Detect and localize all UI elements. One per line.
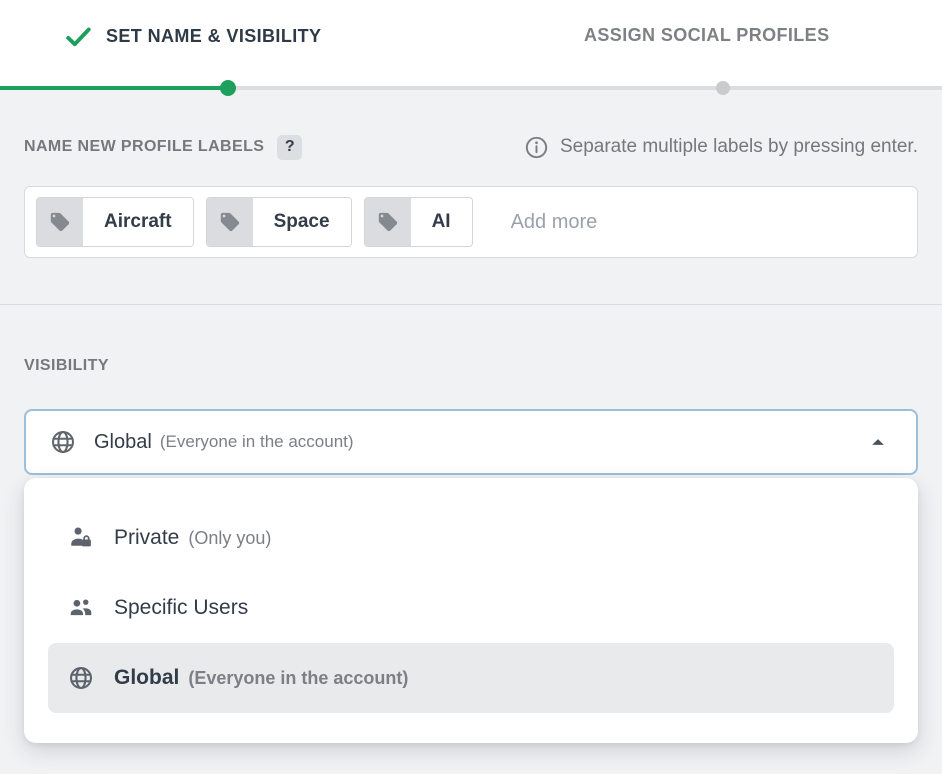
globe-icon bbox=[50, 429, 76, 455]
tag-icon bbox=[377, 211, 399, 233]
step-label: ASSIGN SOCIAL PROFILES bbox=[584, 25, 830, 45]
stepper-header: SET NAME & VISIBILITY ASSIGN SOCIAL PROF… bbox=[0, 0, 942, 90]
labels-header-row: NAME NEW PROFILE LABELS ? Separate multi… bbox=[0, 90, 942, 162]
step-assign-social-profiles[interactable]: ASSIGN SOCIAL PROFILES bbox=[584, 25, 830, 46]
visibility-section-title: VISIBILITY bbox=[24, 357, 918, 377]
option-private[interactable]: Private (Only you) bbox=[48, 503, 894, 573]
check-icon bbox=[64, 22, 93, 51]
tag-label: Aircraft bbox=[83, 198, 193, 246]
step-label: SET NAME & VISIBILITY bbox=[106, 26, 321, 47]
option-description: (Everyone in the account) bbox=[188, 668, 408, 689]
step-set-name-visibility[interactable]: SET NAME & VISIBILITY bbox=[64, 22, 321, 51]
info-icon bbox=[524, 135, 549, 160]
tag-space[interactable]: Space bbox=[206, 197, 352, 247]
visibility-select[interactable]: Global (Everyone in the account) bbox=[24, 409, 918, 475]
tag-icon bbox=[219, 211, 241, 233]
selected-option-name: Global bbox=[94, 431, 152, 454]
selected-option-description: (Everyone in the account) bbox=[160, 432, 354, 452]
progress-dot-active bbox=[220, 80, 236, 96]
tag-label: Space bbox=[253, 198, 351, 246]
labels-hint-text: Separate multiple labels by pressing ent… bbox=[560, 136, 918, 158]
people-icon bbox=[68, 595, 94, 621]
globe-icon bbox=[68, 665, 94, 691]
tag-icon bbox=[49, 211, 71, 233]
option-specific-users[interactable]: Specific Users bbox=[48, 573, 894, 643]
tag-label: AI bbox=[411, 198, 472, 246]
tag-aircraft[interactable]: Aircraft bbox=[36, 197, 194, 247]
visibility-dropdown-menu: Private (Only you) Specific Users Global… bbox=[24, 478, 918, 743]
section-divider bbox=[0, 304, 942, 305]
progress-fill bbox=[0, 86, 228, 90]
option-name: Global bbox=[114, 666, 179, 690]
person-lock-icon bbox=[68, 525, 94, 551]
option-global[interactable]: Global (Everyone in the account) bbox=[48, 643, 894, 713]
add-more-input[interactable] bbox=[485, 211, 906, 234]
help-button[interactable]: ? bbox=[277, 135, 302, 160]
labels-section-title: NAME NEW PROFILE LABELS bbox=[24, 138, 264, 156]
option-name: Private bbox=[114, 526, 179, 550]
progress-dot-upcoming bbox=[716, 81, 730, 95]
option-name: Specific Users bbox=[114, 596, 248, 620]
option-description: (Only you) bbox=[188, 528, 271, 549]
label-tags-input[interactable]: Aircraft Space AI bbox=[24, 186, 918, 258]
tag-ai[interactable]: AI bbox=[364, 197, 473, 247]
chevron-up-icon bbox=[864, 428, 892, 456]
